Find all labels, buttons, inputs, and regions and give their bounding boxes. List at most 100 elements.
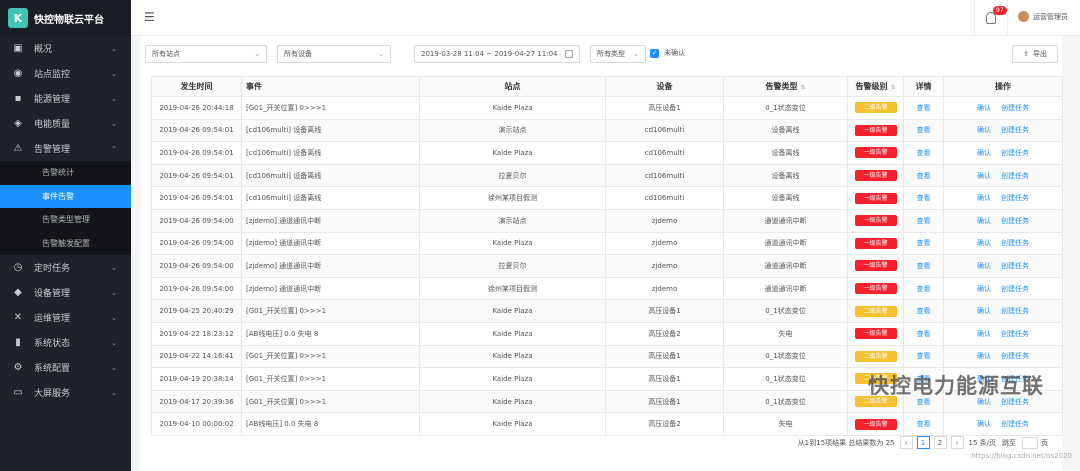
cell-site: 拉夏贝尔 bbox=[419, 254, 606, 278]
table-row: 2019-04-26 09:54:00 [zjdemo] 通道通讯中断 Kaide … bbox=[151, 231, 1063, 256]
create-task-link[interactable]: 创建任务 bbox=[1001, 239, 1029, 247]
confirm-link[interactable]: 确认 bbox=[977, 239, 991, 247]
cell-event: [zjdemo] 通道通讯中断 bbox=[241, 276, 420, 301]
confirm-link[interactable]: 确认 bbox=[977, 307, 991, 315]
view-detail-link[interactable]: 查看 bbox=[917, 149, 931, 157]
confirm-link[interactable]: 确认 bbox=[977, 217, 991, 225]
level-badge: 一级告警 bbox=[854, 192, 897, 204]
confirm-link[interactable]: 确认 bbox=[977, 194, 991, 202]
view-detail-link[interactable]: 查看 bbox=[917, 172, 931, 180]
user-menu[interactable]: 运营管理员 bbox=[1018, 11, 1068, 22]
create-task-link[interactable]: 创建任务 bbox=[1001, 104, 1029, 112]
sidebar-item-power-quality[interactable]: ◈ 电能质量 ⌄ bbox=[0, 111, 131, 136]
cell-type: 0_1状态变位 bbox=[723, 299, 848, 323]
submenu-item[interactable]: 告警统计 bbox=[0, 161, 131, 185]
site-select[interactable]: 所有站点 ⌄ bbox=[145, 45, 267, 63]
confirm-link[interactable]: 确认 bbox=[977, 330, 991, 338]
view-detail-link[interactable]: 查看 bbox=[917, 307, 931, 315]
export-label: 导出 bbox=[1032, 50, 1047, 58]
chevron-icon: ⌄ bbox=[111, 288, 117, 297]
page-size-select[interactable]: 15 条/页 bbox=[969, 438, 997, 448]
cell-type: 失电 bbox=[723, 412, 848, 436]
level-badge: 一级告警 bbox=[854, 237, 897, 249]
page-2-button[interactable]: 2 bbox=[933, 436, 947, 449]
cell-time: 2019-04-25 20:40:29 bbox=[151, 299, 242, 323]
create-task-link[interactable]: 创建任务 bbox=[1001, 149, 1029, 157]
view-detail-link[interactable]: 查看 bbox=[917, 262, 931, 270]
view-detail-link[interactable]: 查看 bbox=[917, 420, 931, 428]
create-task-link[interactable]: 创建任务 bbox=[1001, 420, 1029, 428]
view-detail-link[interactable]: 查看 bbox=[917, 352, 931, 360]
view-detail-link[interactable]: 查看 bbox=[917, 239, 931, 247]
submenu-item[interactable]: 告警类型管理 bbox=[0, 208, 131, 232]
sidebar-item-screen[interactable]: ▭ 大屏服务 ⌄ bbox=[0, 380, 131, 405]
cell-device: zjdemo bbox=[605, 231, 724, 256]
confirm-link[interactable]: 确认 bbox=[977, 126, 991, 134]
sidebar-item-device[interactable]: ◆ 设备管理 ⌄ bbox=[0, 280, 131, 305]
create-task-link[interactable]: 创建任务 bbox=[1001, 285, 1029, 293]
prev-page-button[interactable]: ‹ bbox=[899, 436, 913, 449]
create-task-link[interactable]: 创建任务 bbox=[1001, 262, 1029, 270]
confirm-link[interactable]: 确认 bbox=[977, 352, 991, 360]
type-select[interactable]: 所有类型 ⌄ bbox=[590, 45, 646, 63]
device-select[interactable]: 所有设备 ⌄ bbox=[277, 45, 391, 63]
cell-level: 二级告警 bbox=[847, 299, 904, 323]
sidebar-item-alarm[interactable]: ⚠ 告警管理 ⌃ bbox=[0, 136, 131, 161]
gear-icon: ⚙ bbox=[13, 362, 23, 373]
brand-logo: K bbox=[8, 8, 28, 28]
confirm-link[interactable]: 确认 bbox=[977, 104, 991, 112]
cell-actions: 确认 创建任务 bbox=[943, 96, 1063, 120]
view-detail-link[interactable]: 查看 bbox=[917, 217, 931, 225]
view-detail-link[interactable]: 查看 bbox=[917, 104, 931, 112]
col-level[interactable]: 告警级别 ⇅ bbox=[847, 76, 904, 97]
menu-collapse-icon[interactable]: ☰ bbox=[144, 10, 155, 24]
cell-site: Kaide Plaza bbox=[419, 367, 606, 391]
view-detail-link[interactable]: 查看 bbox=[917, 126, 931, 134]
chevron-icon: ⌄ bbox=[111, 313, 117, 322]
sidebar-item-energy[interactable]: ▪ 能源管理 ⌄ bbox=[0, 86, 131, 111]
view-detail-link[interactable]: 查看 bbox=[917, 285, 931, 293]
export-button[interactable]: ⇪ 导出 bbox=[1012, 45, 1058, 63]
confirm-link[interactable]: 确认 bbox=[977, 285, 991, 293]
sidebar-item-monitor[interactable]: ▣ 概况 ⌄ bbox=[0, 36, 131, 61]
unconfirmed-checkbox[interactable]: ✓ 未确认 bbox=[650, 48, 685, 58]
page-1-button[interactable]: 1 bbox=[916, 436, 930, 449]
create-task-link[interactable]: 创建任务 bbox=[1001, 194, 1029, 202]
col-type-label: 告警类型 bbox=[765, 82, 798, 91]
sidebar-item-dashboard[interactable]: ◉ 站点监控 ⌄ bbox=[0, 61, 131, 86]
date-range-picker[interactable]: 2019-03-28 11:04 ~ 2019-04-27 11:04 bbox=[414, 45, 580, 63]
sort-icon[interactable]: ⇅ bbox=[890, 84, 895, 91]
confirm-link[interactable]: 确认 bbox=[977, 149, 991, 157]
cell-time: 2019-04-22 14:16:41 bbox=[151, 344, 242, 369]
cell-actions: 确认 创建任务 bbox=[943, 321, 1063, 346]
create-task-link[interactable]: 创建任务 bbox=[1001, 217, 1029, 225]
confirm-link[interactable]: 确认 bbox=[977, 262, 991, 270]
submenu-item[interactable]: 事件告警 bbox=[0, 184, 131, 208]
create-task-link[interactable]: 创建任务 bbox=[1001, 307, 1029, 315]
sidebar-item-gear[interactable]: ⚙ 系统配置 ⌄ bbox=[0, 355, 131, 380]
sidebar-item-chart[interactable]: ▮ 系统状态 ⌄ bbox=[0, 330, 131, 355]
chevron-icon: ⌄ bbox=[111, 388, 117, 397]
create-task-link[interactable]: 创建任务 bbox=[1001, 126, 1029, 134]
next-page-button[interactable]: › bbox=[950, 436, 964, 449]
table-header-row: 发生时间 事件 站点 设备 告警类型 ⇅ 告警级别 ⇅ 详情 操作 bbox=[151, 76, 1063, 97]
create-task-link[interactable]: 创建任务 bbox=[1001, 330, 1029, 338]
date-range-value: 2019-03-28 11:04 ~ 2019-04-27 11:04 bbox=[421, 50, 558, 58]
sidebar-item-timer[interactable]: ◷ 定时任务 ⌄ bbox=[0, 255, 131, 280]
confirm-link[interactable]: 确认 bbox=[977, 420, 991, 428]
sort-icon[interactable]: ⇅ bbox=[800, 84, 805, 91]
view-detail-link[interactable]: 查看 bbox=[917, 330, 931, 338]
sidebar-item-tools[interactable]: ✕ 运维管理 ⌄ bbox=[0, 305, 131, 330]
cell-actions: 确认 创建任务 bbox=[943, 208, 1063, 233]
create-task-link[interactable]: 创建任务 bbox=[1001, 352, 1029, 360]
notification-button[interactable]: 97 bbox=[974, 0, 1008, 36]
submenu-item[interactable]: 告警触发配置 bbox=[0, 232, 131, 256]
create-task-link[interactable]: 创建任务 bbox=[1001, 172, 1029, 180]
jump-input[interactable] bbox=[1022, 436, 1038, 449]
table-row: 2019-04-25 20:40:29 [G01_开关位置] 0>>>1 Kaide… bbox=[151, 299, 1063, 323]
cell-event: [AB线电压] 0.0 失电 8 bbox=[241, 321, 420, 346]
col-type[interactable]: 告警类型 ⇅ bbox=[723, 76, 848, 97]
view-detail-link[interactable]: 查看 bbox=[917, 194, 931, 202]
avatar bbox=[1018, 11, 1029, 22]
confirm-link[interactable]: 确认 bbox=[977, 172, 991, 180]
